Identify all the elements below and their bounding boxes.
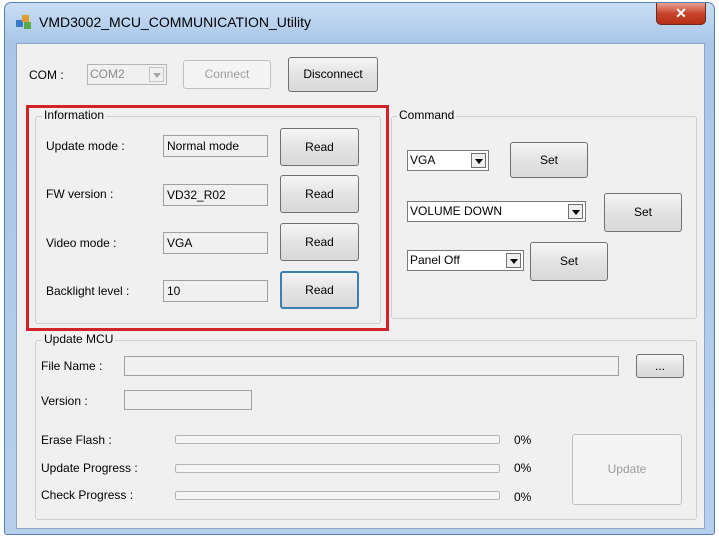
close-icon: ✕: [675, 5, 687, 21]
set-video-button[interactable]: Set: [510, 142, 588, 178]
panel-select-value: Panel Off: [410, 253, 460, 267]
update-mcu-title: Update MCU: [42, 332, 116, 346]
connect-button[interactable]: Connect: [183, 60, 271, 89]
app-icon: [16, 15, 31, 29]
app-window: VMD3002_MCU_COMMUNICATION_Utility ✕ COM …: [4, 2, 715, 535]
check-progress-label: Check Progress :: [41, 488, 134, 502]
chevron-down-icon: [506, 253, 521, 268]
update-button[interactable]: Update: [572, 434, 682, 505]
browse-button[interactable]: ...: [636, 354, 684, 378]
video-select-value: VGA: [410, 153, 436, 167]
com-port-select[interactable]: COM2: [87, 64, 167, 85]
check-progress-bar: [175, 491, 500, 500]
erase-flash-label: Erase Flash :: [41, 433, 112, 447]
file-name-label: File Name :: [41, 359, 103, 373]
chevron-down-icon: [568, 204, 583, 219]
check-progress-percent: 0%: [514, 490, 532, 504]
volume-select-value: VOLUME DOWN: [410, 204, 503, 218]
chevron-down-icon: [471, 153, 486, 168]
update-progress-bar: [175, 464, 500, 473]
set-panel-button[interactable]: Set: [530, 242, 608, 281]
version-field: [124, 390, 252, 410]
erase-flash-percent: 0%: [514, 433, 532, 447]
close-button[interactable]: ✕: [656, 3, 706, 25]
client-area: COM : COM2 Connect Disconnect Informatio…: [16, 43, 705, 529]
update-progress-label: Update Progress :: [41, 461, 138, 475]
erase-flash-progress: [175, 435, 500, 444]
window-title: VMD3002_MCU_COMMUNICATION_Utility: [39, 14, 312, 30]
disconnect-button[interactable]: Disconnect: [288, 57, 378, 92]
version-label: Version :: [41, 394, 88, 408]
com-port-value: COM2: [90, 67, 125, 81]
panel-select[interactable]: Panel Off: [407, 250, 524, 271]
set-volume-button[interactable]: Set: [604, 193, 682, 232]
video-select[interactable]: VGA: [407, 150, 489, 171]
chevron-down-icon: [149, 67, 164, 82]
com-label: COM :: [29, 68, 64, 82]
update-progress-percent: 0%: [514, 461, 532, 475]
file-name-field[interactable]: [124, 356, 619, 376]
command-title: Command: [397, 108, 457, 122]
information-highlight-frame: [26, 105, 389, 331]
volume-select[interactable]: VOLUME DOWN: [407, 201, 586, 222]
